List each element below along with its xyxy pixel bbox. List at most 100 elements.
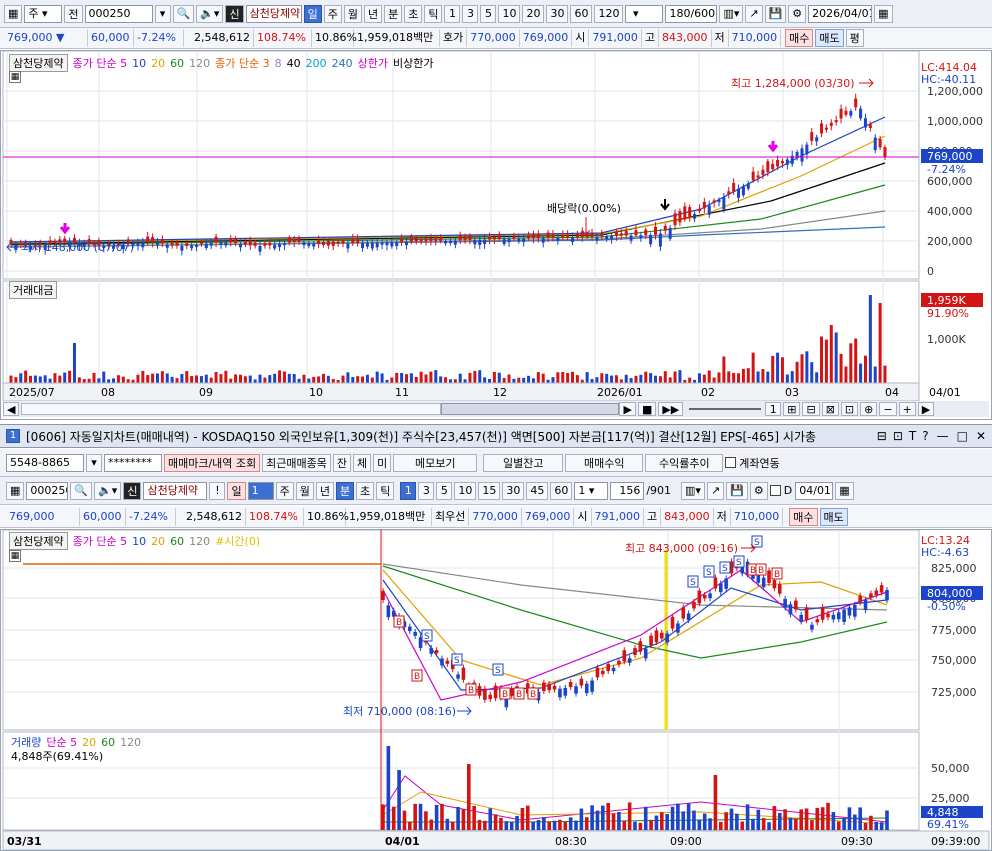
trade-mark-button[interactable]: 매매마크/내역 조회	[164, 453, 261, 472]
period-select[interactable]: 주 ▾	[24, 4, 63, 23]
chart-type-icon-2[interactable]: ⊟	[802, 402, 820, 416]
bottom-num-select[interactable]: 1 ▾	[574, 481, 609, 500]
tab-year[interactable]: 년	[363, 4, 383, 23]
scroll-play-icon[interactable]: ▶	[619, 402, 636, 416]
daily-balance-button[interactable]: 일별잔고	[483, 453, 564, 472]
bnum-30[interactable]: 30	[502, 481, 525, 500]
bottom-speaker-icon[interactable]: 🔈▾	[94, 481, 122, 500]
dropdown-icon[interactable]: ▾	[154, 4, 171, 23]
memo-button[interactable]: 메모보기	[393, 453, 478, 472]
tab-month-bottom[interactable]: 월	[295, 481, 314, 500]
unfilled-button[interactable]: 미	[373, 453, 392, 472]
day-num-select[interactable]: 1	[247, 481, 274, 500]
filled-button[interactable]: 체	[353, 453, 372, 472]
num-5[interactable]: 5	[480, 4, 497, 23]
zoom-slider[interactable]	[689, 408, 762, 410]
maximize-icon[interactable]: □	[957, 429, 968, 443]
b-legend-name[interactable]: 삼천당제약	[9, 532, 68, 550]
chart-type-icon-4[interactable]: ⊡	[840, 402, 859, 416]
tab-second-bottom[interactable]: 초	[356, 481, 375, 500]
b-buy-button[interactable]: 매수	[789, 507, 818, 526]
num-20[interactable]: 20	[522, 4, 545, 23]
window-icon-1[interactable]: ⊟	[877, 429, 887, 443]
bottom-chart-tools-icon[interactable]: ▥▾	[681, 481, 705, 500]
chart-tools-icon[interactable]: ▥▾	[719, 4, 744, 23]
legend-stock-name[interactable]: 삼천당제약	[9, 54, 68, 72]
trade-profit-button[interactable]: 매매수익	[565, 453, 644, 472]
tab-year-bottom[interactable]: 년	[315, 481, 334, 500]
bnum-10[interactable]: 10	[454, 481, 477, 500]
magnify-icon[interactable]: ⊕	[860, 402, 878, 416]
bottom-count[interactable]: 156	[610, 481, 645, 500]
bottom-grid-menu-icon[interactable]: ▦	[6, 481, 25, 500]
window-icon-2[interactable]: ⊡	[893, 429, 903, 443]
font-icon[interactable]: T	[909, 429, 916, 443]
num-10[interactable]: 10	[498, 4, 521, 23]
bnum-15[interactable]: 15	[478, 481, 501, 500]
buy-button[interactable]: 매수	[785, 29, 814, 47]
bnum-60[interactable]: 60	[550, 481, 573, 500]
tab-second[interactable]: 초	[404, 4, 423, 23]
scroll-thumb[interactable]	[441, 403, 620, 415]
gear-icon[interactable]: ⚙	[788, 4, 807, 23]
scroll-track[interactable]	[21, 403, 442, 415]
bnum-45[interactable]: 45	[526, 481, 549, 500]
scroll-stop-icon[interactable]: ■	[637, 402, 657, 416]
calendar-icon[interactable]: ▦	[874, 4, 893, 23]
bottom-save-icon[interactable]: 💾	[726, 481, 748, 500]
bnum-3[interactable]: 3	[418, 481, 435, 500]
account-input[interactable]: 5548-8865	[6, 453, 84, 472]
tab-day-bottom[interactable]: 일	[227, 481, 246, 500]
alert-button[interactable]: !	[209, 481, 226, 500]
speaker-icon[interactable]: 🔈▾	[196, 4, 224, 23]
custom-num-input[interactable]: ▾	[625, 4, 664, 23]
b-table-icon[interactable]: ▦	[9, 550, 21, 562]
bottom-date-input[interactable]: 04/01	[795, 481, 834, 500]
num-1[interactable]: 1	[444, 4, 461, 23]
scroll-left-arrow[interactable]: ◀	[3, 402, 20, 416]
return-trend-button[interactable]: 수익률추이	[645, 453, 724, 472]
zoom-value[interactable]: 1	[765, 402, 782, 416]
account-dropdown-icon[interactable]: ▾	[86, 453, 102, 472]
window-number[interactable]: 1	[6, 429, 20, 443]
plus-icon[interactable]: +	[898, 402, 916, 416]
minimize-icon[interactable]: —	[937, 429, 949, 443]
grid-menu-icon[interactable]: ▦	[4, 4, 23, 23]
tab-week[interactable]: 주	[323, 4, 342, 23]
chart-type-icon-3[interactable]: ⊠	[821, 402, 839, 416]
stock-code-input[interactable]: 000250	[84, 4, 153, 23]
bottom-gear-icon[interactable]: ⚙	[749, 481, 768, 500]
chart-type-icon[interactable]: ⊞	[783, 402, 801, 416]
prev-button[interactable]: 전	[64, 4, 83, 23]
bnum-5[interactable]: 5	[436, 481, 453, 500]
password-input[interactable]: ********	[104, 453, 162, 472]
bottom-code-input[interactable]: 000250	[26, 481, 69, 500]
num-3[interactable]: 3	[462, 4, 479, 23]
tab-tick-bottom[interactable]: 틱	[376, 481, 395, 500]
close-icon[interactable]: ✕	[976, 429, 986, 443]
tab-week-bottom[interactable]: 주	[275, 481, 294, 500]
minus-icon[interactable]: −	[879, 402, 897, 416]
legend-volume-amount[interactable]: 거래대금	[9, 281, 58, 299]
recent-trades-button[interactable]: 최근매매종목	[262, 453, 331, 472]
eval-button[interactable]: 평	[845, 29, 864, 47]
tab-minute[interactable]: 분	[384, 4, 403, 23]
search-icon[interactable]: 🔍	[172, 4, 195, 23]
scroll-end-icon[interactable]: ▶▶	[658, 402, 684, 416]
bottom-calendar-icon[interactable]: ▦	[835, 481, 854, 500]
num-120[interactable]: 120	[594, 4, 624, 23]
sell-button[interactable]: 매도	[815, 29, 844, 47]
save-icon[interactable]: 💾	[764, 4, 787, 23]
bottom-draw-icon[interactable]: ↗	[706, 481, 725, 500]
bnum-1[interactable]: 1	[400, 481, 417, 500]
num-30[interactable]: 30	[546, 4, 569, 23]
num-60[interactable]: 60	[570, 4, 593, 23]
balance-button[interactable]: 잔	[332, 453, 352, 472]
tab-minute-bottom[interactable]: 분	[335, 481, 355, 500]
b-sell-button[interactable]: 매도	[819, 507, 848, 526]
bottom-search-icon[interactable]: 🔍	[70, 481, 93, 500]
account-link-checkbox[interactable]	[725, 457, 737, 468]
d-checkbox[interactable]	[769, 485, 781, 496]
tab-month[interactable]: 월	[343, 4, 362, 23]
draw-icon[interactable]: ↗	[745, 4, 763, 23]
